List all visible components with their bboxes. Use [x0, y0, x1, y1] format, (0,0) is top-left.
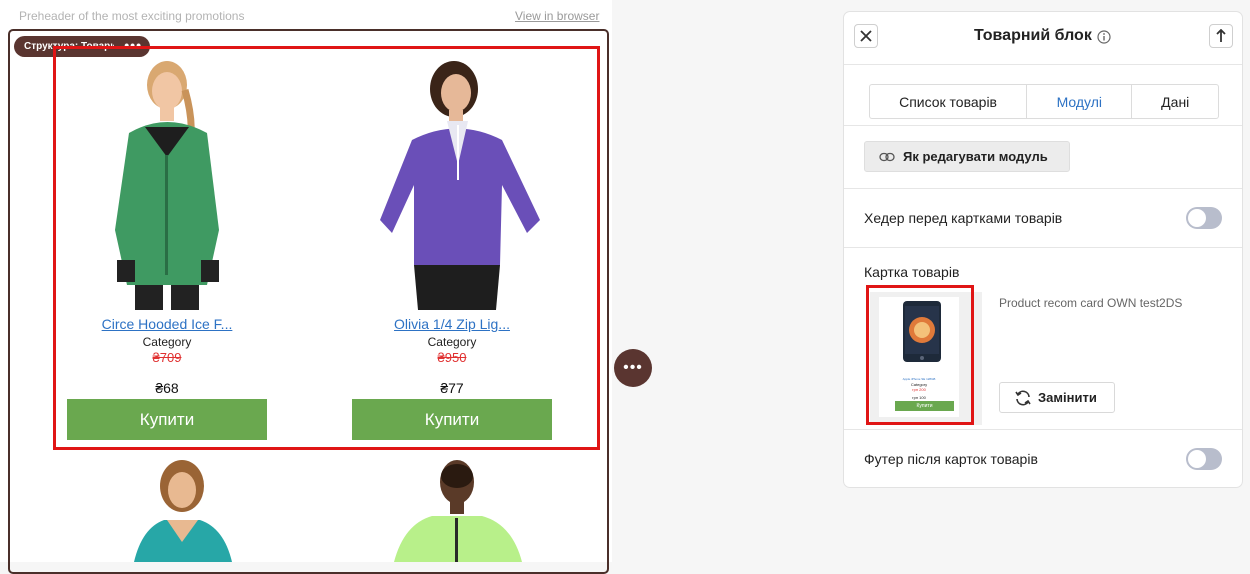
toggle-knob — [1188, 209, 1206, 227]
tab-products-list[interactable]: Список товарів — [870, 85, 1028, 118]
tab-data[interactable]: Дані — [1132, 85, 1218, 118]
divider — [844, 247, 1242, 248]
divider — [844, 429, 1242, 430]
footer-toggle[interactable] — [1186, 448, 1222, 470]
selected-module-outline — [53, 46, 600, 450]
card-thumbnail-selection — [866, 285, 974, 425]
product-image — [384, 452, 534, 562]
header-toggle[interactable] — [1186, 207, 1222, 229]
replace-button[interactable]: Замінити — [999, 382, 1115, 413]
divider — [844, 188, 1242, 189]
info-icon[interactable] — [1097, 30, 1111, 44]
settings-panel: Товарний блок Список товарів Модулі Дані… — [843, 11, 1243, 488]
panel-header: Товарний блок — [844, 12, 1242, 65]
divider — [844, 125, 1242, 126]
refresh-icon — [1015, 390, 1031, 405]
how-to-edit-label: Як редагувати модуль — [903, 149, 1048, 164]
close-button[interactable] — [854, 24, 878, 48]
preheader-text: Preheader of the most exciting promotion… — [19, 9, 245, 23]
view-in-browser-link[interactable]: View in browser — [515, 9, 599, 23]
close-icon — [860, 30, 872, 42]
tab-modules[interactable]: Модулі — [1027, 85, 1133, 118]
card-name: Product recom card OWN test2DS — [999, 296, 1183, 310]
panel-tabs: Список товарів Модулі Дані — [869, 84, 1219, 119]
panel-title: Товарний блок — [974, 27, 1092, 44]
how-to-edit-button[interactable]: Як редагувати модуль — [864, 141, 1070, 172]
toggle-knob — [1188, 450, 1206, 468]
header-toggle-label: Хедер перед картками товарів — [864, 210, 1063, 226]
more-options-button[interactable]: ••• — [614, 349, 652, 387]
card-section-label: Картка товарів — [864, 264, 960, 280]
move-up-button[interactable] — [1209, 24, 1233, 48]
arrow-up-icon — [1216, 29, 1226, 42]
link-icon — [879, 152, 895, 161]
replace-label: Замінити — [1038, 390, 1097, 405]
footer-toggle-label: Футер після карток товарів — [864, 451, 1038, 467]
email-canvas: Preheader of the most exciting promotion… — [0, 0, 612, 574]
product-image — [112, 458, 262, 562]
